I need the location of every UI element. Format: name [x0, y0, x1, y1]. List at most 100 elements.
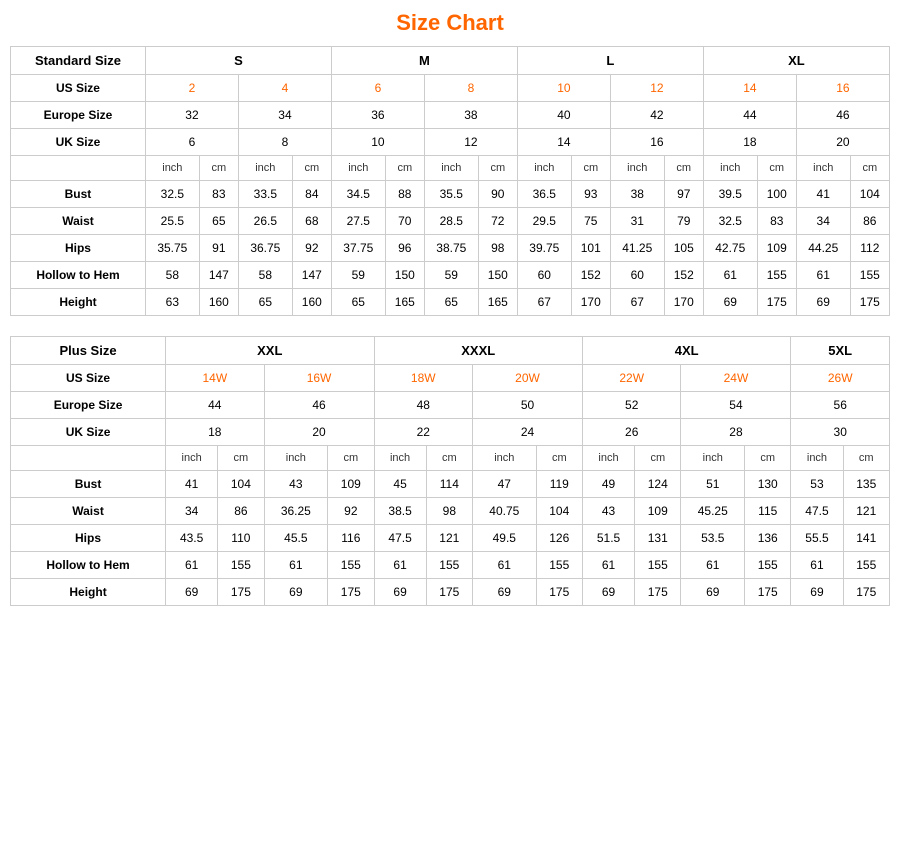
plus-uk-xxxl1: 22 [374, 419, 473, 446]
bust-row: Bust 32.583 33.584 34.588 35.590 36.593 … [11, 181, 890, 208]
plus-uk-4xl1: 26 [582, 419, 681, 446]
plus-us-xxl2: 16W [264, 365, 374, 392]
plus-us-xxl1: 14W [166, 365, 265, 392]
plus-uk-xxl1: 18 [166, 419, 265, 446]
plus-uk-5xl1: 30 [791, 419, 890, 446]
plus-unit-inch-3: inch [374, 446, 426, 471]
plus-hips-row: Hips 43.5110 45.5116 47.5121 49.5126 51.… [11, 525, 890, 552]
uk-l1: 14 [517, 129, 610, 156]
uk-xl1: 18 [703, 129, 796, 156]
hips-row: Hips 35.7591 36.7592 37.7596 38.7598 39.… [11, 235, 890, 262]
plus-eu-xxl2: 46 [264, 392, 374, 419]
eu-xl2: 46 [796, 102, 889, 129]
eu-xl1: 44 [703, 102, 796, 129]
eu-l2: 42 [610, 102, 703, 129]
us-m2: 8 [424, 75, 517, 102]
plus-height-row: Height 69175 69175 69175 69175 69175 691… [11, 579, 890, 606]
unit-inch-6: inch [610, 156, 664, 181]
plus-unit-cm-3: cm [426, 446, 472, 471]
plus-us-xxxl2: 20W [473, 365, 583, 392]
l-header: L [517, 47, 703, 75]
plus-us-5xl1: 26W [791, 365, 890, 392]
unit-cm-3: cm [385, 156, 424, 181]
plus-us-size-label: US Size [11, 365, 166, 392]
plus-waist-row: Waist 3486 36.2592 38.598 40.75104 43109… [11, 498, 890, 525]
plus-unit-cm-6: cm [745, 446, 791, 471]
unit-cm-5: cm [571, 156, 610, 181]
europe-size-label: Europe Size [11, 102, 146, 129]
unit-cm-8: cm [850, 156, 889, 181]
unit-inch-5: inch [517, 156, 571, 181]
plus-eu-xxxl2: 50 [473, 392, 583, 419]
plus-size-chart: Plus Size XXL XXXL 4XL 5XL US Size 14W 1… [10, 336, 890, 606]
eu-s2: 34 [238, 102, 331, 129]
us-xl1: 14 [703, 75, 796, 102]
plus-unit-inch-5: inch [582, 446, 634, 471]
plus-unit-cm-2: cm [328, 446, 374, 471]
unit-cm-6: cm [664, 156, 703, 181]
us-l1: 10 [517, 75, 610, 102]
plus-unit-inch-1: inch [166, 446, 218, 471]
us-l2: 12 [610, 75, 703, 102]
hollow-row: Hollow to Hem 58147 58147 59150 59150 60… [11, 262, 890, 289]
plus-uk-4xl2: 28 [681, 419, 791, 446]
uk-m2: 12 [424, 129, 517, 156]
4xl-header: 4XL [582, 337, 790, 365]
plus-unit-inch-6: inch [681, 446, 745, 471]
unit-cm-4: cm [478, 156, 517, 181]
unit-inch-2: inch [238, 156, 292, 181]
plus-unit-cm-1: cm [218, 446, 264, 471]
xxl-header: XXL [166, 337, 374, 365]
plus-unit-inch-4: inch [473, 446, 537, 471]
plus-europe-size-label: Europe Size [11, 392, 166, 419]
plus-us-4xl2: 24W [681, 365, 791, 392]
plus-us-xxxl1: 18W [374, 365, 473, 392]
xxxl-header: XXXL [374, 337, 582, 365]
height-row: Height 63160 65160 65165 65165 67170 671… [11, 289, 890, 316]
unit-inch-4: inch [424, 156, 478, 181]
us-s1: 2 [145, 75, 238, 102]
plus-eu-xxxl1: 48 [374, 392, 473, 419]
plus-eu-4xl2: 54 [681, 392, 791, 419]
standard-size-chart: Standard Size S M L XL US Size 2 4 6 8 1… [10, 46, 890, 316]
eu-l1: 40 [517, 102, 610, 129]
eu-m1: 36 [331, 102, 424, 129]
eu-m2: 38 [424, 102, 517, 129]
plus-eu-xxl1: 44 [166, 392, 265, 419]
unit-inch-7: inch [703, 156, 757, 181]
plus-uk-xxxl2: 24 [473, 419, 583, 446]
plus-uk-size-label: UK Size [11, 419, 166, 446]
uk-size-label: UK Size [11, 129, 146, 156]
unit-inch-3: inch [331, 156, 385, 181]
plus-unit-cm-5: cm [635, 446, 681, 471]
plus-unit-cm-4: cm [536, 446, 582, 471]
us-size-label: US Size [11, 75, 146, 102]
plus-bust-row: Bust 41104 43109 45114 47119 49124 51130… [11, 471, 890, 498]
plus-eu-5xl1: 56 [791, 392, 890, 419]
xl-header: XL [703, 47, 889, 75]
unit-cm-2: cm [292, 156, 331, 181]
uk-l2: 16 [610, 129, 703, 156]
plus-us-4xl1: 22W [582, 365, 681, 392]
us-s2: 4 [238, 75, 331, 102]
s-header: S [145, 47, 331, 75]
uk-s2: 8 [238, 129, 331, 156]
uk-m1: 10 [331, 129, 424, 156]
plus-unit-inch-2: inch [264, 446, 328, 471]
plus-unit-inch-7: inch [791, 446, 843, 471]
eu-s1: 32 [145, 102, 238, 129]
plus-uk-xxl2: 20 [264, 419, 374, 446]
5xl-header: 5XL [791, 337, 890, 365]
unit-inch-1: inch [145, 156, 199, 181]
plus-unit-cm-7: cm [843, 446, 889, 471]
uk-s1: 6 [145, 129, 238, 156]
waist-row: Waist 25.565 26.568 27.570 28.572 29.575… [11, 208, 890, 235]
uk-xl2: 20 [796, 129, 889, 156]
plus-table: Plus Size XXL XXXL 4XL 5XL US Size 14W 1… [10, 336, 890, 606]
unit-cm-7: cm [757, 156, 796, 181]
m-header: M [331, 47, 517, 75]
unit-inch-8: inch [796, 156, 850, 181]
us-xl2: 16 [796, 75, 889, 102]
us-m1: 6 [331, 75, 424, 102]
standard-size-label: Standard Size [11, 47, 146, 75]
